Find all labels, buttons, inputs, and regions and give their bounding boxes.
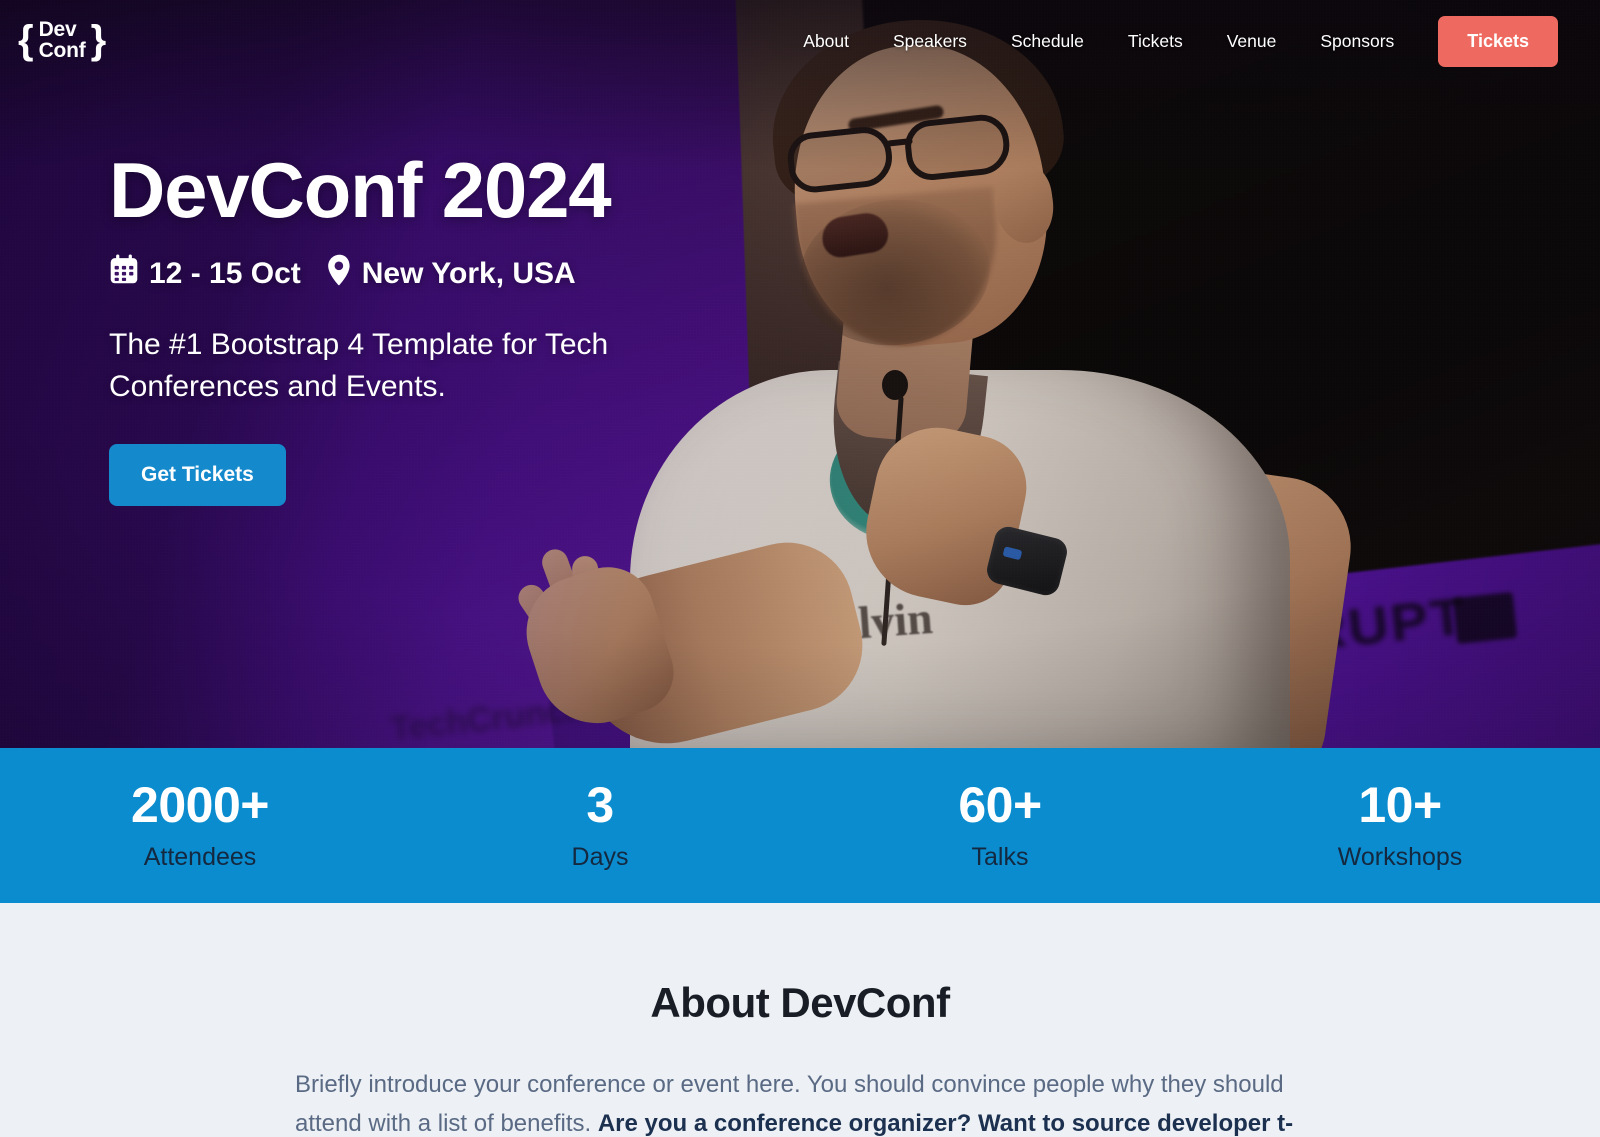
stat-number: 10+: [1358, 776, 1442, 833]
stat-workshops: 10+ Workshops: [1200, 780, 1600, 872]
nav-links: About Speakers Schedule Tickets Venue Sp…: [803, 15, 1600, 67]
logo-close-brace-icon: }: [90, 18, 107, 62]
hero-date-text: 12 - 15 Oct: [149, 256, 301, 290]
stat-number: 2000+: [131, 776, 269, 833]
nav-item-venue[interactable]: Venue: [1227, 31, 1277, 52]
stat-label: Workshops: [1337, 842, 1463, 871]
nav-item-about[interactable]: About: [803, 31, 849, 52]
stat-label: Talks: [971, 842, 1029, 871]
stat-number: 60+: [958, 776, 1042, 833]
nav-item-tickets[interactable]: Tickets: [1128, 31, 1183, 52]
stat-label: Attendees: [143, 842, 257, 871]
hero-date: 12 - 15 Oct: [109, 254, 301, 294]
about-title: About DevConf: [650, 979, 950, 1026]
stat-label: Days: [571, 842, 629, 871]
stat-attendees: 2000+ Attendees: [0, 780, 400, 872]
calendar-icon: [109, 254, 139, 294]
hero-location: New York, USA: [327, 254, 576, 294]
logo-line-2: Conf: [38, 39, 86, 62]
about-paragraph: Briefly introduce your conference or eve…: [295, 1066, 1305, 1137]
logo-wordmark: Dev Conf: [39, 20, 86, 61]
map-pin-icon: [327, 254, 352, 294]
get-tickets-button[interactable]: Get Tickets: [109, 444, 286, 507]
hero-content: DevConf 2024 12 - 15 Oct New York, USA T…: [109, 146, 669, 507]
stats-bar: 2000+ Attendees 3 Days 60+ Talks 10+ Wor…: [0, 748, 1600, 903]
brand-logo[interactable]: { Dev Conf }: [18, 20, 106, 61]
nav-tickets-button[interactable]: Tickets: [1438, 15, 1558, 67]
hero-location-text: New York, USA: [361, 256, 576, 290]
hero-meta: 12 - 15 Oct New York, USA: [109, 254, 669, 294]
stat-number: 3: [586, 776, 614, 833]
hero-title: DevConf 2024: [109, 146, 612, 234]
stat-talks: 60+ Talks: [800, 780, 1200, 872]
main-navbar: { Dev Conf } About Speakers Schedule Tic…: [0, 0, 1600, 82]
logo-open-brace-icon: {: [18, 18, 34, 62]
logo-line-1: Dev: [38, 18, 77, 42]
hero-subtitle: The #1 Bootstrap 4 Template for Tech Con…: [109, 327, 609, 404]
stat-days: 3 Days: [400, 780, 800, 872]
about-section: About DevConf Briefly introduce your con…: [0, 903, 1600, 1137]
nav-item-speakers[interactable]: Speakers: [893, 31, 967, 52]
hero-section: DISRUPT TechCrunch calvin: [0, 0, 1600, 748]
nav-item-sponsors[interactable]: Sponsors: [1320, 31, 1394, 52]
nav-item-schedule[interactable]: Schedule: [1011, 31, 1084, 52]
